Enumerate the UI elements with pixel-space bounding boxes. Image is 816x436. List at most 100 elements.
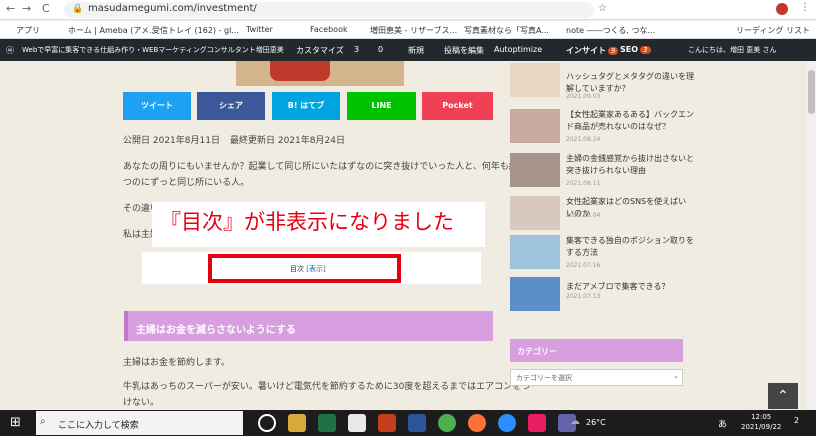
sidebar-post-title[interactable]: まだアメブロで集客できる？ <box>566 281 694 293</box>
sidebar-post-date: 2021.08.24 <box>566 136 601 143</box>
published-date: 公開日 2021年8月11日 <box>123 136 220 146</box>
toc-label: 目次 [表示] <box>290 264 326 274</box>
sidebar-post-title[interactable]: 【女性起業家あるある】バックエンド商品が売れないのはなぜ？ <box>566 109 694 133</box>
section-heading-text: 主婦はお金を減らさないようにする <box>136 325 296 336</box>
sidebar-post-6[interactable]: まだアメブロで集客できる？ 2021.07.13 <box>510 277 690 313</box>
share-hatena-button[interactable]: B! はてブ <box>272 92 340 120</box>
share-pocket-label: Pocket <box>442 101 473 110</box>
bookmark-star-icon[interactable]: ☆ <box>598 3 607 14</box>
share-line-label: LINE <box>371 101 392 110</box>
back-icon[interactable]: ← <box>6 2 15 15</box>
bookmark-gmail[interactable]: 受信トレイ (162) - gl... <box>152 25 239 36</box>
taskbar-weather[interactable]: 26°C <box>586 418 606 427</box>
share-line-button[interactable]: LINE <box>347 92 416 120</box>
page-body: ツイート シェア B! はてブ LINE Pocket 公開日 2021年8月1… <box>0 61 816 410</box>
sidebar-post-5[interactable]: 集客できる独自のポジション取りをする方法 2021.07.16 <box>510 235 694 271</box>
bookmark-ameba[interactable]: ホーム | Ameba (アメ... <box>68 25 157 36</box>
scrollbar-thumb[interactable] <box>808 70 815 114</box>
firefox-icon[interactable] <box>468 414 486 432</box>
bookmark-reserve[interactable]: 増田恵美 - リザーブス... <box>370 25 457 36</box>
taskbar-date: 2021/09/22 <box>741 423 782 431</box>
wp-admin-bar: ⓦ Webで早富に集客できる仕組み作り・WEBマーケティングコンサルタント増田恵… <box>0 39 816 61</box>
sidebar-post-thumbnail[interactable] <box>510 235 560 269</box>
bookmark-photoac[interactable]: 写真素材なら「写真A... <box>464 25 549 36</box>
wp-new[interactable]: 新規 <box>408 45 424 56</box>
sidebar-post-date: 2021.07.13 <box>566 293 601 300</box>
wp-insight-badge: 9 <box>608 47 619 55</box>
wp-comments-count[interactable]: 0 <box>378 45 383 54</box>
wp-site-name[interactable]: Webで早富に集客できる仕組み作り・WEBマーケティングコンサルタント増田恵美 <box>22 45 284 55</box>
category-heading-text: カテゴリー <box>517 347 557 356</box>
wp-seo-label: SEO <box>620 45 639 54</box>
sidebar-post-title[interactable]: ハッシュタグとメタタグの違いを理解していますか？ <box>566 71 694 95</box>
paragraph-5: 牛乳はあっちのスーパーが安い。暑いけど電気代を節約するために30度を超えるまでは… <box>123 382 531 392</box>
sidebar-post-thumbnail[interactable] <box>510 63 560 97</box>
search-icon: ⌕ <box>40 416 46 427</box>
paragraph-1-line-2: つのにずっと同じ所にいる人。 <box>123 178 250 188</box>
file-explorer-icon[interactable] <box>288 414 306 432</box>
excel-icon[interactable] <box>318 414 336 432</box>
wp-seo-badge: 3 <box>640 46 651 54</box>
paragraph-4: 主婦はお金を節約します。 <box>123 358 231 368</box>
share-twitter-label: ツイート <box>141 101 173 110</box>
sidebar-post-thumbnail[interactable] <box>510 109 560 143</box>
back-to-top-button[interactable]: ⌃ <box>768 383 798 409</box>
updated-date: 最終更新日 2021年8月24日 <box>230 136 345 146</box>
category-select-value[interactable]: カテゴリーを選択 <box>516 373 572 383</box>
app-icon-pink[interactable] <box>528 414 546 432</box>
sidebar-post-thumbnail[interactable] <box>510 196 560 230</box>
sidebar-post-date: 2021.08.11 <box>566 180 601 187</box>
hero-image-detail <box>270 61 330 81</box>
url-text[interactable]: masudamegumi.com/investment/ <box>88 3 257 14</box>
sidebar-post-thumbnail[interactable] <box>510 153 560 187</box>
toc-show-link[interactable]: [表示] <box>306 265 325 273</box>
share-twitter-button[interactable]: ツイート <box>123 92 191 120</box>
bookmark-reading-list[interactable]: リーディング リスト <box>736 25 810 36</box>
zoom-icon[interactable] <box>498 414 516 432</box>
profile-avatar[interactable] <box>776 3 788 15</box>
wp-updates-count[interactable]: 3 <box>354 45 359 54</box>
wp-autoptimize[interactable]: Autoptimize <box>494 45 542 54</box>
share-facebook-label: シェア <box>219 101 243 110</box>
wp-insight[interactable]: インサイト 9 <box>566 45 619 56</box>
notification-icon[interactable]: 2 <box>794 416 799 425</box>
bookmark-note[interactable]: note ――つくる, つな... <box>566 25 655 36</box>
forward-icon[interactable]: → <box>22 2 31 15</box>
app-icon[interactable] <box>348 414 366 432</box>
lock-icon: 🔒 <box>72 4 84 14</box>
share-facebook-button[interactable]: シェア <box>197 92 265 120</box>
wp-greeting[interactable]: こんにちは、増田 恵美 さん <box>688 45 776 55</box>
sidebar-post-1[interactable]: ハッシュタグとメタタグの違いを理解していますか？ 2021.09.03 <box>510 63 694 100</box>
sidebar-post-thumbnail[interactable] <box>510 277 560 311</box>
chevron-down-icon[interactable]: ⌄ <box>673 372 679 380</box>
word-icon[interactable] <box>408 414 426 432</box>
ime-indicator[interactable]: あ <box>718 417 727 430</box>
powerpoint-icon[interactable] <box>378 414 396 432</box>
cortana-icon[interactable] <box>258 414 276 432</box>
taskbar-clock[interactable]: 12:05 2021/09/22 <box>741 412 781 432</box>
taskbar-search-text[interactable]: ここに入力して検索 <box>58 418 139 431</box>
bookmark-apps[interactable]: アプリ <box>16 25 40 36</box>
sidebar-post-title[interactable]: 主婦の金銭感覚から抜け出さないと突き抜けられない理由 <box>566 153 694 177</box>
sidebar-post-date: 2021.07.16 <box>566 262 601 269</box>
share-hatena-label: B! はてブ <box>287 101 325 110</box>
wp-customize[interactable]: カスタマイズ <box>296 45 344 56</box>
share-pocket-button[interactable]: Pocket <box>422 92 493 120</box>
wp-edit-post[interactable]: 投稿を編集 <box>444 45 484 56</box>
sidebar-post-4[interactable]: 女性起業家はどのSNSを使えばいいのか 2021.08.04 <box>510 196 690 232</box>
menu-icon[interactable]: ⋮ <box>800 2 810 13</box>
bookmark-facebook[interactable]: Facebook <box>310 25 348 34</box>
toc-hidden-banner-text: 『目次』が非表示になりました <box>160 210 454 234</box>
sidebar-post-2[interactable]: 【女性起業家あるある】バックエンド商品が売れないのはなぜ？ 2021.08.24 <box>510 109 694 145</box>
chrome-icon[interactable] <box>438 414 456 432</box>
wp-logo-icon[interactable]: ⓦ <box>6 45 14 56</box>
sidebar-post-title[interactable]: 集客できる独自のポジション取りをする方法 <box>566 235 694 259</box>
reload-icon[interactable]: C <box>42 2 50 15</box>
wp-insight-label: インサイト <box>566 46 606 55</box>
bookmarks-bar: アプリ ホーム | Ameba (アメ... 受信トレイ (162) - gl.… <box>0 21 816 39</box>
cloud-icon: ☁ <box>570 416 580 427</box>
bookmark-twitter[interactable]: Twitter <box>246 25 273 34</box>
sidebar-post-3[interactable]: 主婦の金銭感覚から抜け出さないと突き抜けられない理由 2021.08.11 <box>510 153 694 189</box>
windows-start-icon[interactable]: ⊞ <box>10 415 21 430</box>
wp-seo[interactable]: SEO 3 <box>620 45 651 54</box>
